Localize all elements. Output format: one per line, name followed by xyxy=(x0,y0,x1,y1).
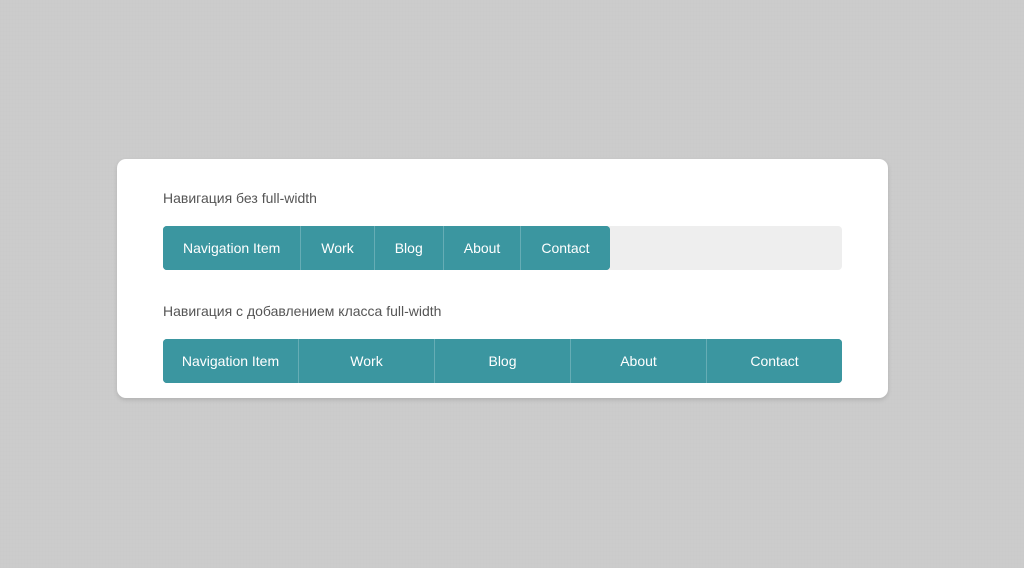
nav-item-label: Work xyxy=(350,353,383,369)
nav-item-about[interactable]: About xyxy=(442,226,521,270)
nav-item-contact[interactable]: Contact xyxy=(520,226,610,270)
section-nav-default: Навигация без full-width Navigation Item… xyxy=(163,190,842,270)
section-title-nav-default: Навигация без full-width xyxy=(163,190,317,206)
nav-track-default: Navigation Item Work Blog About Contact xyxy=(163,226,842,270)
nav-item-about[interactable]: About xyxy=(570,339,706,383)
nav-item-label: Contact xyxy=(750,353,799,369)
nav-item-work[interactable]: Work xyxy=(298,339,434,383)
nav-item-label: About xyxy=(463,240,501,256)
nav-item-blog[interactable]: Blog xyxy=(373,226,443,270)
nav-item-label: Navigation Item xyxy=(181,353,280,369)
section-nav-full-width: Навигация с добавлением класса full-widt… xyxy=(163,303,842,383)
nav-item-label: About xyxy=(620,353,657,369)
demo-card: Навигация без full-width Navigation Item… xyxy=(117,159,888,398)
nav-item-contact[interactable]: Contact xyxy=(706,339,842,383)
nav-item-work[interactable]: Work xyxy=(300,226,374,270)
section-title-nav-full-width: Навигация с добавлением класса full-widt… xyxy=(163,303,442,319)
nav-item-label: Contact xyxy=(541,240,590,256)
nav-list-full-width: Navigation Item Work Blog About Contact xyxy=(163,339,842,383)
nav-item-label: Navigation Item xyxy=(183,240,281,256)
nav-item-label: Work xyxy=(321,240,354,256)
nav-item-label: Blog xyxy=(394,240,423,256)
nav-item-navigation-item[interactable]: Navigation Item xyxy=(163,339,298,383)
nav-item-label: Blog xyxy=(488,353,517,369)
nav-item-navigation-item[interactable]: Navigation Item xyxy=(163,226,301,270)
nav-track-full-width: Navigation Item Work Blog About Contact xyxy=(163,339,842,383)
nav-list-default: Navigation Item Work Blog About Contact xyxy=(163,226,610,270)
nav-item-blog[interactable]: Blog xyxy=(434,339,570,383)
